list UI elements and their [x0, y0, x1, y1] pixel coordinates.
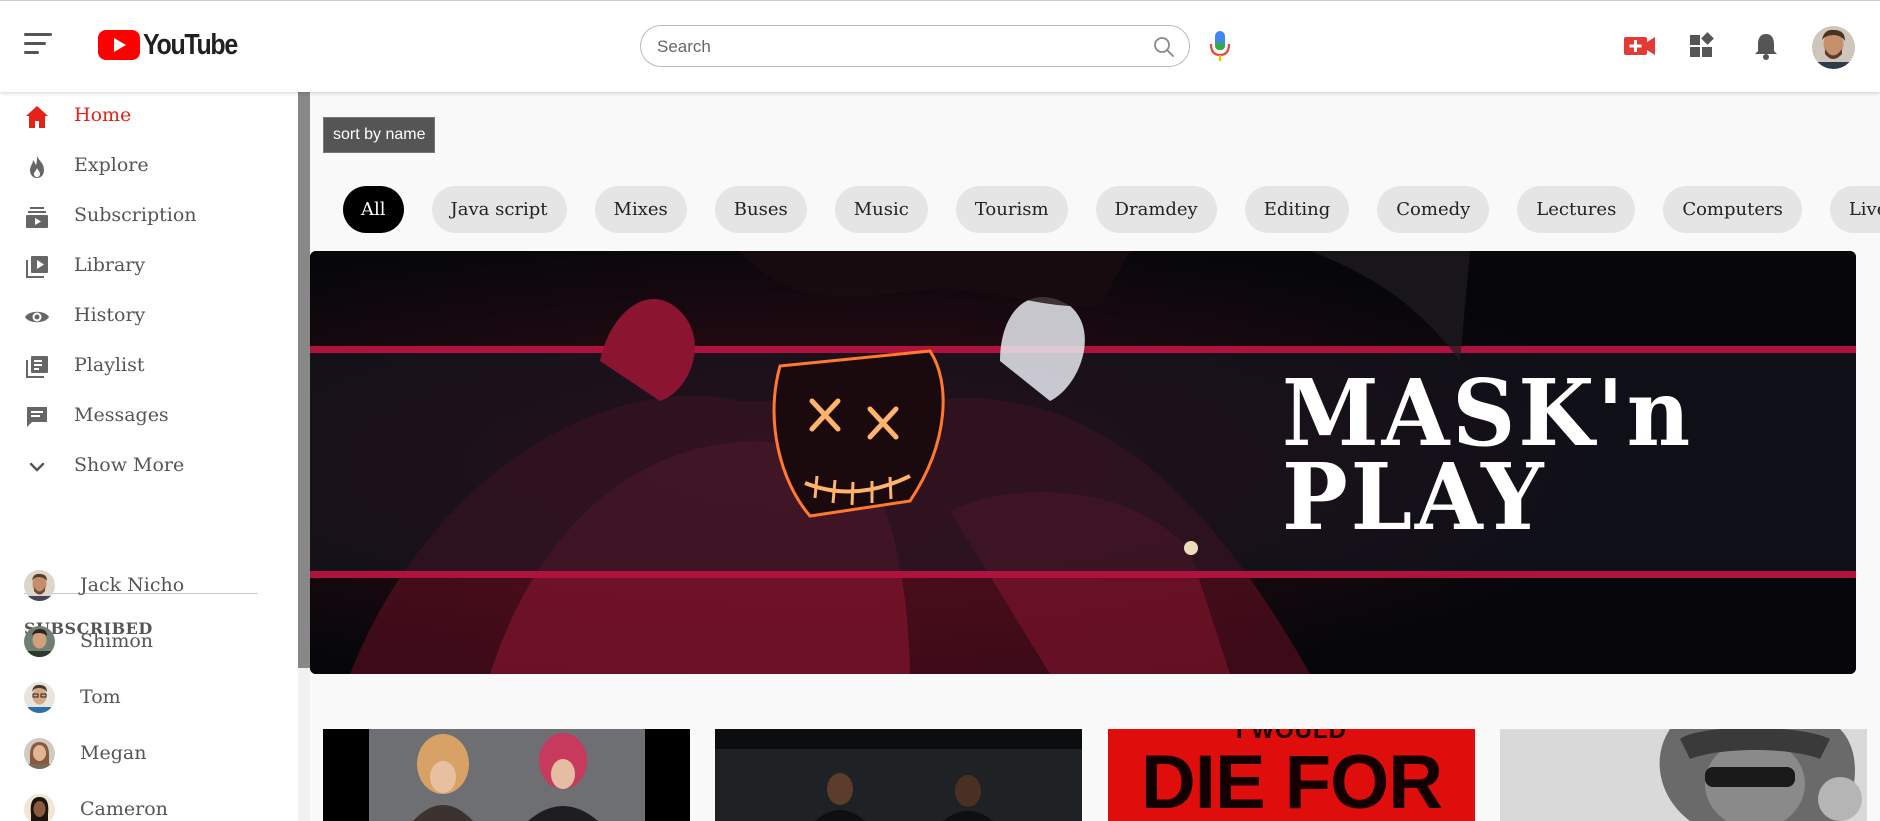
chip-live[interactable]: Live	[1829, 186, 1880, 233]
sidebar-item-subscription[interactable]: Subscription	[0, 194, 298, 238]
sidebar: Home Explore Subscription Library Histor…	[0, 92, 298, 821]
mic-icon[interactable]	[1207, 29, 1233, 63]
message-icon	[27, 407, 47, 427]
thumbnail-text-line2: DIE FOR	[1140, 740, 1443, 821]
chip-buses[interactable]: Buses	[714, 186, 807, 233]
sidebar-item-show-more[interactable]: Show More	[0, 444, 298, 488]
sidebar-item-label: History	[74, 304, 146, 326]
avatar	[24, 626, 55, 657]
chip-all[interactable]: All	[343, 186, 404, 233]
subscription-item[interactable]: Tom	[0, 674, 298, 722]
featured-banner[interactable]: MASK'n PLAY	[310, 251, 1856, 674]
video-thumbnail[interactable]	[715, 729, 1082, 821]
chip-javascript[interactable]: Java script	[431, 186, 567, 233]
sidebar-item-label: Library	[74, 254, 146, 276]
create-video-icon[interactable]	[1623, 31, 1657, 61]
avatar	[24, 570, 55, 601]
sidebar-item-label: Subscription	[74, 204, 197, 226]
user-avatar[interactable]	[1812, 26, 1855, 69]
subscription-name: Tom	[80, 686, 121, 708]
chip-editing[interactable]: Editing	[1244, 186, 1350, 233]
search-input[interactable]	[655, 34, 1139, 60]
chip-computers[interactable]: Computers	[1663, 186, 1802, 233]
banner-title-line2: PLAY	[1282, 443, 1547, 551]
youtube-logo-icon	[98, 30, 140, 60]
home-icon	[26, 106, 48, 128]
library-icon	[26, 256, 48, 278]
fire-icon	[30, 156, 44, 178]
video-thumbnail[interactable]	[1500, 729, 1867, 821]
chip-lectures[interactable]: Lectures	[1517, 186, 1636, 233]
avatar	[24, 794, 55, 821]
sidebar-item-label: Messages	[74, 404, 169, 426]
logo-text: YouTube	[143, 28, 238, 61]
youtube-logo[interactable]: YouTube	[98, 29, 252, 61]
chip-music[interactable]: Music	[834, 186, 928, 233]
avatar	[24, 738, 55, 769]
subscriptions-icon	[26, 207, 48, 228]
sidebar-item-history[interactable]: History	[0, 294, 298, 338]
apps-icon[interactable]	[1686, 31, 1720, 61]
sidebar-item-label: Home	[74, 104, 132, 126]
sidebar-item-explore[interactable]: Explore	[0, 144, 298, 188]
sidebar-item-home[interactable]: Home	[0, 94, 298, 138]
subscription-name: Shimon	[80, 630, 154, 652]
subscription-item[interactable]: Cameron	[0, 786, 298, 821]
top-bar: YouTube	[0, 0, 1880, 92]
sidebar-item-playlist[interactable]: Playlist	[0, 344, 298, 388]
subscription-item[interactable]: Shimon	[0, 618, 298, 666]
search-icon[interactable]	[1153, 36, 1175, 58]
chevron-down-icon	[29, 462, 45, 472]
subscription-item[interactable]: Megan	[0, 730, 298, 778]
video-thumbnail[interactable]: I WOULD DIE FOR	[1108, 729, 1475, 821]
sidebar-item-messages[interactable]: Messages	[0, 394, 298, 438]
chip-mixes[interactable]: Mixes	[594, 186, 687, 233]
search-box	[640, 25, 1190, 67]
sidebar-item-library[interactable]: Library	[0, 244, 298, 288]
video-thumbnail[interactable]	[323, 729, 690, 821]
avatar	[24, 682, 55, 713]
scrollbar-track	[298, 668, 310, 821]
banner-title: MASK'n PLAY	[1282, 367, 1693, 551]
playlist-icon	[26, 356, 48, 378]
subscription-item[interactable]: Jack Nicho	[0, 562, 298, 610]
menu-icon[interactable]	[24, 33, 52, 55]
chip-comedy[interactable]: Comedy	[1377, 186, 1490, 233]
sidebar-item-label: Playlist	[74, 354, 145, 376]
chip-tourism[interactable]: Tourism	[955, 186, 1068, 233]
sidebar-item-label: Explore	[74, 154, 149, 176]
chip-dramdey[interactable]: Dramdey	[1095, 186, 1217, 233]
subscription-name: Cameron	[80, 798, 168, 820]
subscription-name: Jack Nicho	[80, 574, 185, 596]
sidebar-scrollbar[interactable]	[298, 92, 310, 668]
eye-icon	[25, 311, 49, 323]
sort-by-name-button[interactable]: sort by name	[323, 117, 436, 153]
subscription-name: Megan	[80, 742, 147, 764]
sidebar-item-label: Show More	[74, 454, 185, 476]
notifications-icon[interactable]	[1749, 31, 1783, 61]
category-chips: All Java script Mixes Buses Music Touris…	[343, 186, 1880, 233]
